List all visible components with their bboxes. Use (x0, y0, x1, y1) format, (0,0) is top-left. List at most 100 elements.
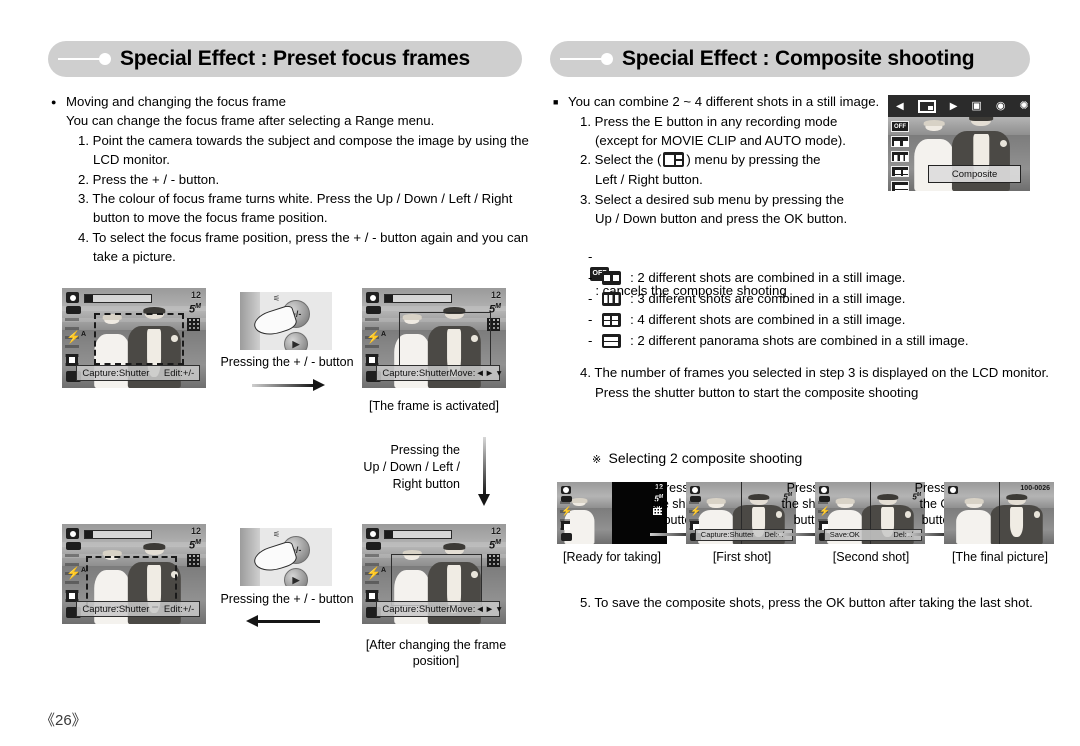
battery-icon-3 (66, 542, 81, 550)
right-step-4a: 4. The number of frames you selected in … (580, 365, 1049, 380)
flash-icon-4: ⚡A (366, 566, 387, 580)
highlight-icon[interactable]: ✺ (1019, 100, 1028, 112)
composite-tab-icon[interactable] (917, 99, 936, 113)
submenu-option-off[interactable]: OFF (891, 121, 909, 132)
dash-4: - (588, 312, 600, 327)
seq4-file-number: 100-0026 (1020, 485, 1050, 492)
record-mode-icon-s2 (690, 486, 700, 494)
updown-caption-line3: Right button (392, 477, 460, 491)
frame-activated-caption: [The frame is activated] (369, 399, 499, 413)
left-step-1a: 1. Point the camera towards the subject … (78, 133, 529, 148)
record-mode-icon-2 (366, 292, 379, 303)
battery-icon-s3 (819, 496, 830, 502)
composite-note: ※ Selecting 2 composite shooting (592, 449, 802, 471)
press-caption-1: Pressing the + / - button (220, 355, 354, 369)
seq-caption-first: [First shot] (712, 550, 772, 564)
submenu-text-pano: : 2 different panorama shots are combine… (630, 333, 969, 348)
right-section-header: Special Effect : Composite shooting (550, 41, 1030, 77)
color-palette-icon[interactable]: ◉ (996, 100, 1006, 112)
focus-frame-dashed (93, 313, 185, 365)
focus-frame-active (399, 312, 491, 366)
record-mode-icon-4 (366, 528, 379, 539)
resolution-indicator-3: 5M (189, 539, 201, 552)
page-number: 《26》 (40, 712, 87, 729)
seq-caption-second: [Second shot] (832, 550, 910, 564)
dash-5: - (588, 333, 600, 348)
shots-remaining-2: 12 (490, 290, 501, 300)
note-mark-icon: ※ (592, 454, 602, 466)
split-divider-4 (999, 482, 1000, 544)
left-bullet-heading: Moving and changing the focus frame (51, 92, 286, 112)
header-bullet-line-icon (58, 52, 120, 66)
submenu-option-2[interactable] (891, 136, 909, 147)
battery-icon-4 (366, 542, 381, 550)
focus-frame-active-moved (390, 554, 483, 606)
lcd-status-bar-4: Capture:Shutter Move:◄► ▾ (376, 601, 502, 617)
arrow-right-1 (252, 379, 325, 391)
left-step-2: 2. Press the + / - button. (78, 172, 220, 187)
flash-icon-s3: ⚡ (819, 505, 831, 516)
composite-menu-label: Composite (927, 165, 1022, 184)
note-text: Selecting 2 composite shooting (608, 450, 803, 466)
lcd-seq-final-picture: 100-0026 (944, 482, 1054, 544)
effect-menu-bar[interactable]: ◀ ▶ ▣ ◉ ✺ (888, 95, 1030, 117)
press-caption-2: Pressing the + / - button (220, 592, 354, 606)
right-step-1b: (except for MOVIE CLIP and AUTO mode). (595, 133, 846, 148)
left-step-4b: take a picture. (93, 249, 176, 264)
chevron-left-icon[interactable]: ◀ (896, 101, 904, 112)
submenu-text-3: : 3 different shots are combined in a st… (630, 291, 906, 306)
submenu-text-4: : 4 different shots are combined in a st… (630, 312, 906, 327)
updown-caption-line2: Up / Down / Left / (363, 460, 460, 474)
submenu-row-2: - : 2 different shots are combined in a … (588, 268, 905, 288)
status-capture-2: Capture:Shutter (382, 367, 450, 379)
battery-icon-s2 (690, 496, 701, 502)
lcd-preview-moved-frame: 12 5M ⚡A Capture:Shutter Edit:+/- (62, 524, 206, 624)
status-edit: Edit:+/- (163, 367, 195, 379)
flash-icon-s1: ⚡ (561, 505, 573, 516)
right-step-3b: Up / Down button and press the OK button… (595, 211, 848, 226)
press-plus-minus-illustration-2: +/- ▶ ⚟ 🔒 (240, 528, 332, 586)
submenu-option-4[interactable] (891, 166, 909, 177)
play-button-1: ▶ (284, 332, 308, 350)
composite-menu-icon (663, 152, 685, 167)
arrow-left-1 (246, 615, 320, 627)
left-step-3b: button to move the focus frame position. (93, 210, 328, 225)
submenu-row-pano: - : 2 different panorama shots are combi… (588, 331, 968, 351)
submenu-option-3[interactable] (891, 151, 909, 162)
composite-submenu-column[interactable]: OFF (891, 121, 911, 191)
seq-caption-ready: [Ready for taking] (563, 550, 661, 564)
four-shots-icon (601, 313, 621, 327)
seq3-status-left: Save:OK (829, 530, 860, 540)
play-button-2: ▶ (284, 568, 308, 586)
resolution-indicator-2: 5M (489, 303, 501, 316)
seq-caption-final: [The final picture] (952, 550, 1048, 564)
submenu-option-panorama[interactable] (891, 181, 909, 191)
flash-icon: ⚡A (66, 330, 87, 344)
record-mode-icon-3 (66, 528, 79, 539)
record-mode-icon-s3 (819, 486, 829, 494)
right-step-1a: 1. Press the E button in any recording m… (580, 114, 838, 129)
header-bullet-line-icon-2 (560, 52, 622, 66)
arrow-down-1 (478, 437, 490, 506)
lcd-status-bar-2: Capture:Shutter Move:◄► ▾ (376, 365, 502, 381)
left-step-3a: 3. The colour of focus frame turns white… (78, 191, 513, 206)
right-bullet-heading: You can combine 2 ~ 4 different shots in… (553, 92, 879, 112)
status-edit-3: Edit:+/- (163, 603, 195, 615)
after-caption-line1: [After changing the frame (365, 638, 507, 652)
right-step-3a: 3. Select a desired sub menu by pressing… (580, 192, 844, 207)
right-step-5: 5. To save the composite shots, press th… (580, 595, 1033, 610)
manual-page: Special Effect : Preset focus frames Spe… (0, 0, 1080, 746)
flash-icon-2: ⚡A (366, 330, 387, 344)
record-mode-icon-s1 (561, 486, 571, 494)
quality-icon (187, 318, 200, 331)
status-capture: Capture:Shutter (82, 367, 150, 379)
photo-frame-icon[interactable]: ▣ (971, 100, 981, 112)
left-step-1b: LCD monitor. (93, 152, 170, 167)
chevron-right-icon[interactable]: ▶ (950, 101, 958, 112)
battery-icon (66, 306, 81, 314)
left-section-header: Special Effect : Preset focus frames (48, 41, 522, 77)
flash-icon-3: ⚡A (66, 566, 87, 580)
shots-remaining-4: 12 (490, 526, 501, 536)
right-step-2a: 2. Select the () menu by pressing the (580, 150, 821, 170)
status-capture-4: Capture:Shutter (382, 603, 450, 615)
